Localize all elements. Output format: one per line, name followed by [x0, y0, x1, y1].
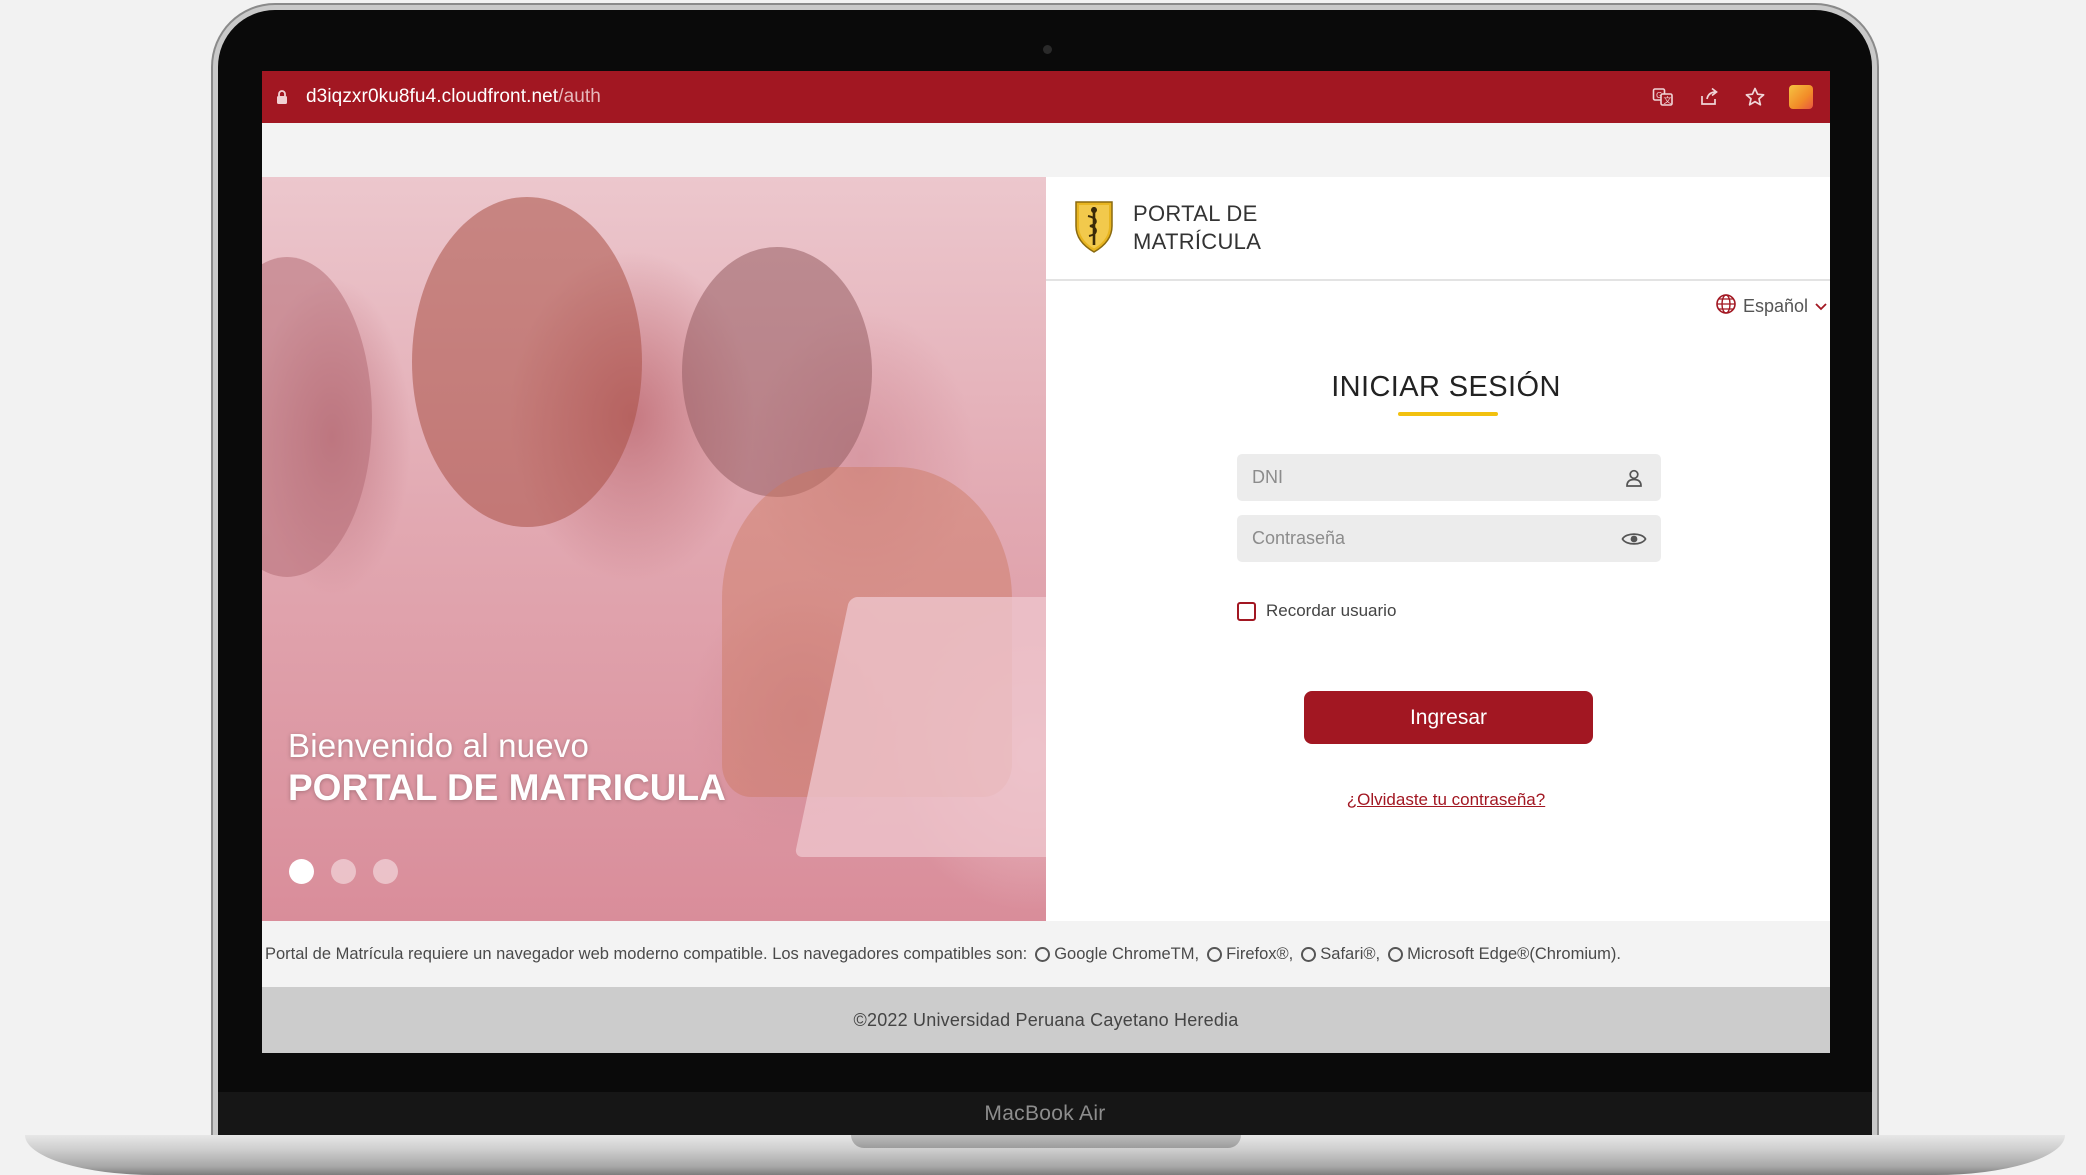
- login-button[interactable]: Ingresar: [1304, 691, 1593, 744]
- brand-title: PORTAL DE MATRÍCULA: [1133, 200, 1261, 256]
- hero-welcome: Bienvenido al nuevo: [288, 727, 590, 764]
- translate-icon[interactable]: G文: [1650, 84, 1676, 110]
- remember-user[interactable]: Recordar usuario: [1237, 601, 1396, 621]
- camera-dot: [1043, 45, 1052, 54]
- hero-person-right: [682, 247, 872, 497]
- password-input[interactable]: [1252, 528, 1621, 549]
- edge-icon: [1388, 946, 1404, 962]
- carousel-dot-3[interactable]: [373, 859, 398, 884]
- password-field[interactable]: [1237, 515, 1661, 562]
- copyright-text: ©2022 Universidad Peruana Cayetano Hered…: [853, 1009, 1239, 1030]
- dni-input[interactable]: [1252, 467, 1621, 488]
- language-selector[interactable]: Español: [1715, 293, 1828, 320]
- svg-text:G: G: [1656, 91, 1662, 100]
- brand-line-2: MATRÍCULA: [1133, 229, 1262, 254]
- browser-firefox: Firefox®,: [1207, 945, 1293, 964]
- page-top-gap: [262, 123, 1830, 177]
- browser-compat-notice: Portal de Matrícula requiere un navegado…: [262, 921, 1830, 987]
- compat-text: Portal de Matrícula requiere un navegado…: [265, 944, 1028, 963]
- login-title: INICIAR SESIÓN: [1331, 371, 1561, 403]
- browser-safari-label: Safari®,: [1320, 944, 1381, 963]
- browser-edge: Microsoft Edge®(Chromium).: [1388, 945, 1621, 964]
- address-bar[interactable]: d3iqzxr0ku8fu4.cloudfront.net/auth G文: [262, 71, 1830, 123]
- share-icon[interactable]: [1696, 84, 1722, 110]
- user-icon: [1621, 465, 1647, 491]
- language-label: Español: [1742, 296, 1808, 316]
- carousel-dot-2[interactable]: [331, 859, 356, 884]
- title-underline: [1398, 412, 1498, 416]
- globe-icon: [1715, 293, 1737, 320]
- remember-label: Recordar usuario: [1266, 601, 1397, 620]
- url-text[interactable]: d3iqzxr0ku8fu4.cloudfront.net/auth: [306, 86, 601, 108]
- browser-chrome: Google ChromeTM,: [1035, 945, 1199, 964]
- shield-logo-icon: [1073, 198, 1115, 259]
- carousel-dot-1[interactable]: [289, 859, 314, 884]
- url-path: /auth: [558, 86, 601, 107]
- lock-icon: [276, 89, 290, 105]
- firefox-icon: [1207, 946, 1223, 962]
- hero-carousel: Bienvenido al nuevo PORTAL DE MATRICULA: [262, 177, 1046, 921]
- laptop-chin: MacBook Air: [218, 1092, 1872, 1135]
- brand-header: PORTAL DE MATRÍCULA: [1046, 177, 1830, 281]
- hero-caption: Bienvenido al nuevo PORTAL DE MATRICULA: [288, 727, 726, 809]
- chrome-icon: [1035, 946, 1051, 962]
- extension-icon[interactable]: [1788, 84, 1814, 110]
- browser-firefox-label: Firefox®,: [1226, 944, 1294, 963]
- login-panel: PORTAL DE MATRÍCULA Español INICIAR SESI…: [1046, 177, 1830, 921]
- browser-edge-label: Microsoft Edge®(Chromium).: [1407, 944, 1621, 963]
- browser-safari: Safari®,: [1301, 945, 1380, 964]
- laptop-notch: [851, 1135, 1241, 1148]
- svg-text:文: 文: [1664, 95, 1672, 105]
- browser-chrome-label: Google ChromeTM,: [1054, 944, 1200, 963]
- device-label: MacBook Air: [984, 1101, 1106, 1125]
- forgot-password-link[interactable]: ¿Olvidaste tu contraseña?: [1046, 790, 1830, 810]
- copyright-bar: ©2022 Universidad Peruana Cayetano Hered…: [262, 987, 1830, 1053]
- carousel-dots: [289, 859, 398, 884]
- remember-checkbox[interactable]: [1237, 601, 1256, 621]
- browser-screen: d3iqzxr0ku8fu4.cloudfront.net/auth G文 Bi…: [262, 71, 1830, 1053]
- chevron-down-icon: [1814, 296, 1828, 317]
- eye-icon[interactable]: [1621, 526, 1647, 552]
- star-icon[interactable]: [1742, 84, 1768, 110]
- hero-headline: PORTAL DE MATRICULA: [288, 767, 726, 808]
- hero-person-center: [412, 197, 642, 527]
- hero-person-left: [262, 257, 372, 577]
- brand-line-1: PORTAL DE: [1133, 201, 1258, 226]
- browser-toolbar-icons: G文: [1650, 84, 1814, 110]
- safari-icon: [1301, 946, 1317, 962]
- url-host: d3iqzxr0ku8fu4.cloudfront.net: [306, 86, 559, 107]
- dni-field[interactable]: [1237, 454, 1661, 501]
